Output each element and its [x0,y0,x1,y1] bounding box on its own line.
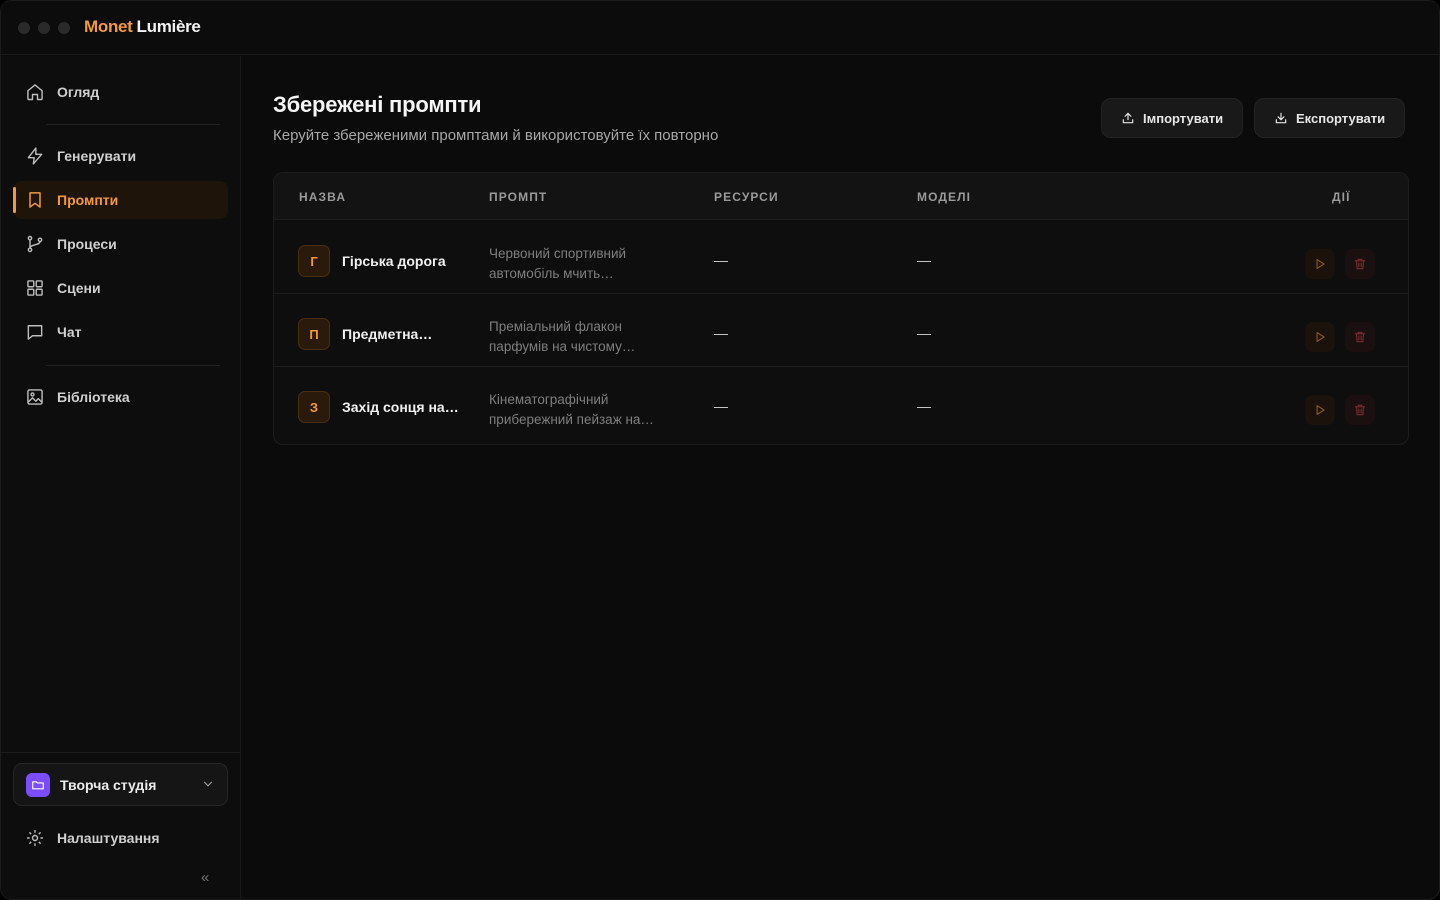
sidebar-item-scenes[interactable]: Сцени [13,269,228,307]
sidebar-item-label: Бібліотека [57,389,130,405]
play-icon [1316,332,1325,342]
sidebar-item-label: Налаштування [57,830,160,846]
grid-icon [27,280,43,296]
prompt-text: Червоний спортивний автомобіль мчить… [489,246,627,281]
sidebar-footer: Творча студія Налаштування « [1,752,240,899]
sidebar-divider [46,365,220,366]
app-window: Monet Lumière Огляд Генерувати Промпти Пр… [0,0,1440,900]
sidebar-item-label: Сцени [57,280,101,296]
trash-icon [1354,404,1366,416]
download-icon [1275,112,1287,124]
bolt-icon [27,147,43,165]
gear-icon [27,830,43,846]
prompt-initial-badge: П [298,318,330,350]
run-prompt-button[interactable] [1305,395,1335,425]
run-prompt-button[interactable] [1305,322,1335,352]
workspace-selector[interactable]: Творча студія [13,763,228,806]
close-window-button[interactable] [18,22,30,34]
prompt-name: Захід сонця на… [342,399,459,415]
workspace-label: Творча студія [60,776,157,793]
table-row[interactable]: З Захід сонця на… Кінематографічний приб… [274,367,1408,440]
prompt-models: — [917,325,931,341]
sidebar-item-chat[interactable]: Чат [13,313,228,351]
chevron-down-icon [203,781,213,787]
minimize-window-button[interactable] [38,22,50,34]
prompt-models: — [917,398,931,414]
import-button-label: Імпортувати [1143,110,1224,126]
collapse-sidebar-button[interactable]: « [201,869,209,886]
sidebar-item-label: Промпти [57,192,119,208]
page-subtitle: Керуйте збереженими промптами й використ… [273,127,719,144]
play-icon [1316,405,1325,415]
title-bar: Monet Lumière [1,1,1439,55]
main-content: Збережені промпти Керуйте збереженими пр… [242,56,1439,899]
column-header-name[interactable]: НАЗВА [299,190,346,204]
delete-prompt-button[interactable] [1345,322,1375,352]
sidebar-item-library[interactable]: Бібліотека [13,378,228,416]
export-button-label: Експортувати [1296,110,1386,126]
delete-prompt-button[interactable] [1345,249,1375,279]
prompt-name: Предметна… [342,326,433,342]
prompt-text: Кінематографічний прибережний пейзаж на… [489,392,654,427]
upload-icon [1122,112,1134,124]
sidebar-item-prompts[interactable]: Промпти [13,181,228,219]
sidebar-item-workflows[interactable]: Процеси [13,225,228,263]
prompt-models: — [917,252,931,268]
prompts-table: НАЗВА ПРОМПТ РЕСУРСИ МОДЕЛІ ДІЇ Г Гірськ… [273,172,1409,445]
table-header: НАЗВА ПРОМПТ РЕСУРСИ МОДЕЛІ ДІЇ [274,173,1408,220]
chat-icon [27,325,43,340]
folder-icon [26,772,50,797]
table-row[interactable]: Г Гірська дорога Червоний спортивний авт… [274,221,1408,294]
sidebar-item-generate[interactable]: Генерувати [13,137,228,175]
sidebar-divider [46,124,220,125]
trash-icon [1354,258,1366,270]
column-header-actions: ДІЇ [1332,190,1351,204]
sidebar-item-settings[interactable]: Налаштування [13,819,228,857]
column-header-resources[interactable]: РЕСУРСИ [714,190,779,204]
prompt-initial-badge: З [298,391,330,423]
app-logo: Monet Lumière [84,17,201,36]
sidebar-item-overview[interactable]: Огляд [13,73,228,111]
prompt-resources: — [714,398,728,414]
prompt-name: Гірська дорога [342,253,446,269]
prompt-resources: — [714,325,728,341]
sidebar-item-label: Чат [57,324,82,340]
maximize-window-button[interactable] [58,22,70,34]
prompt-initial-badge: Г [298,245,330,277]
bookmark-icon [29,192,41,208]
column-header-prompt[interactable]: ПРОМПТ [489,190,547,204]
branch-icon [27,235,43,253]
page-title: Збережені промпти [273,92,482,117]
run-prompt-button[interactable] [1305,249,1335,279]
delete-prompt-button[interactable] [1345,395,1375,425]
export-button[interactable]: Експортувати [1254,98,1406,138]
prompt-text: Преміальний флакон парфумів на чистому… [489,319,636,354]
column-header-models[interactable]: МОДЕЛІ [917,190,971,204]
sidebar: Огляд Генерувати Промпти Процеси Сцени Ч… [1,56,241,899]
play-icon [1316,259,1325,269]
trash-icon [1354,331,1366,343]
table-row[interactable]: П Предметна… Преміальний флакон парфумів… [274,294,1408,367]
sidebar-item-label: Генерувати [57,148,137,164]
image-icon [27,389,43,405]
import-button[interactable]: Імпортувати [1101,98,1244,138]
sidebar-item-label: Процеси [57,236,117,252]
sidebar-item-label: Огляд [57,84,100,100]
prompt-resources: — [714,252,728,268]
home-icon [27,84,43,101]
